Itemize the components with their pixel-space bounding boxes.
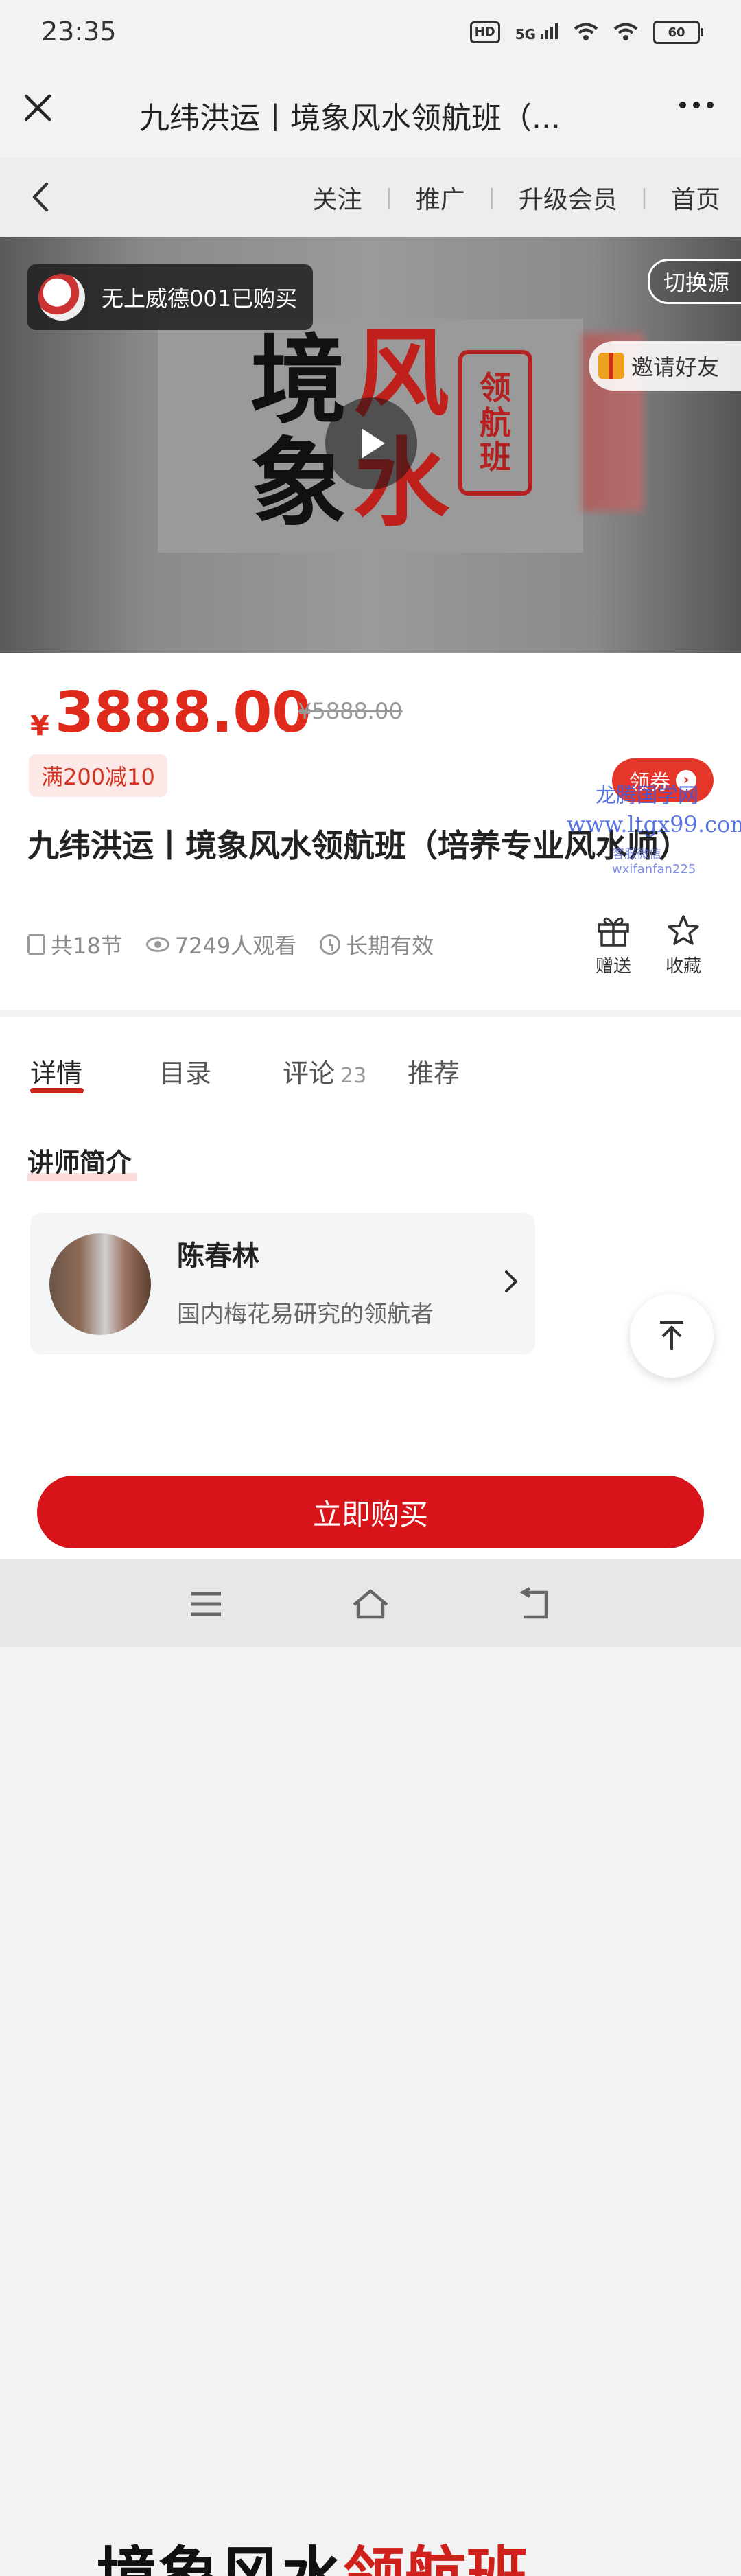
- tab-comments[interactable]: 评论 23: [283, 1052, 366, 1090]
- nav-separator: |: [488, 185, 495, 209]
- nav-promote-link[interactable]: 推广: [416, 180, 465, 216]
- poster-black-text: 境象风水: [96, 2542, 343, 2576]
- close-icon[interactable]: [21, 91, 55, 125]
- star-icon: [668, 915, 699, 945]
- play-button[interactable]: [325, 397, 417, 489]
- tab-label: 评论: [283, 1058, 336, 1089]
- promo-tag: 满200减10: [29, 754, 167, 797]
- status-time: 23:35: [41, 16, 117, 47]
- tabs: 详情 目录 评论 23 推荐: [0, 1017, 741, 1115]
- back-nav-icon[interactable]: [515, 1587, 556, 1621]
- lecturer-card[interactable]: 陈春林 国内梅花易研究的领航者: [30, 1213, 535, 1354]
- network-label: 5G: [515, 25, 537, 43]
- tab-label: 目录: [159, 1058, 212, 1089]
- watermark-url: www.ltgx99.com: [567, 811, 741, 837]
- section-title: 讲师简介: [27, 1148, 132, 1178]
- system-nav-bar: [0, 1559, 741, 1647]
- seal-char: 航: [480, 404, 511, 441]
- price-currency: ¥: [30, 710, 49, 742]
- play-icon: [362, 428, 385, 459]
- book-icon: [27, 934, 45, 955]
- sections-text: 共18节: [51, 933, 123, 959]
- gift-button[interactable]: 赠送: [586, 914, 641, 977]
- poster-red-text: 领航班: [343, 2542, 528, 2576]
- eye-icon: [145, 937, 169, 952]
- switch-source-button[interactable]: 切换源: [648, 259, 741, 304]
- tab-catalog[interactable]: 目录: [159, 1052, 211, 1090]
- tab-count: 23: [340, 1064, 367, 1088]
- buyer-avatar: [38, 274, 85, 321]
- nav-row: 关注 | 推广 | 升级会员 | 首页: [0, 158, 741, 237]
- home-icon[interactable]: [350, 1587, 391, 1621]
- nav-separator: |: [385, 185, 392, 209]
- wifi-icon-2: [613, 23, 638, 40]
- wifi-icon: [574, 23, 598, 40]
- original-price: ¥5888.00: [298, 698, 403, 724]
- lecturer-description: 国内梅花易研究的领航者: [177, 1301, 434, 1328]
- meta-row: 共18节 7249人观看 长期有效: [27, 929, 434, 960]
- validity-text: 长期有效: [346, 933, 434, 959]
- network-5g-icon: 5G: [515, 23, 558, 43]
- hd-icon: HD: [469, 21, 500, 43]
- lecturer-name: 陈春林: [177, 1240, 259, 1272]
- title-bar: 九纬洪运丨境象风水领航班（...: [0, 69, 741, 158]
- chevron-right-icon: [505, 1270, 517, 1292]
- clock-icon: [320, 934, 341, 955]
- signal-icon: [541, 23, 558, 39]
- nav-separator: |: [640, 185, 648, 209]
- video-player[interactable]: 境 象 风 水 领 航 班 无上威德001已购买 切换源 邀请好友: [0, 237, 741, 653]
- status-bar: 23:35 HD 5G 60: [0, 0, 741, 69]
- cover-seal: 领 航 班: [458, 350, 532, 496]
- lecturer-avatar: [49, 1233, 151, 1335]
- views-text: 7249人观看: [174, 933, 297, 959]
- scroll-to-top-button[interactable]: [630, 1294, 714, 1378]
- gift-icon: [598, 353, 624, 379]
- seal-char: 班: [480, 439, 511, 476]
- back-icon[interactable]: [27, 180, 55, 214]
- nav-home-link[interactable]: 首页: [671, 180, 720, 216]
- lecturer-section: 讲师简介 陈春林 国内梅花易研究的领航者 境象风水领航班: [0, 1114, 741, 2576]
- menu-icon[interactable]: [185, 1587, 226, 1621]
- favorite-label: 收藏: [665, 956, 701, 977]
- nav-follow-link[interactable]: 关注: [313, 180, 362, 216]
- price: 3888.00: [55, 680, 311, 745]
- poster-title-peek: 境象风水领航班: [96, 2542, 528, 2576]
- nav-links: 关注 | 推广 | 升级会员 | 首页: [313, 158, 720, 237]
- arrow-up-icon: [660, 1321, 683, 1350]
- validity-meta: 长期有效: [320, 929, 434, 960]
- invite-label: 邀请好友: [631, 354, 720, 380]
- favorite-button[interactable]: 收藏: [656, 914, 711, 977]
- tab-underline: [30, 1088, 84, 1093]
- sections-meta: 共18节: [27, 929, 123, 960]
- tab-details[interactable]: 详情: [30, 1052, 82, 1090]
- views-meta: 7249人观看: [145, 929, 297, 960]
- tab-recommend[interactable]: 推荐: [408, 1052, 460, 1090]
- gift-label: 赠送: [595, 956, 631, 977]
- buy-bar: 立即购买: [0, 1462, 741, 1559]
- tab-label: 推荐: [408, 1058, 460, 1089]
- cover-char-jing: 境: [250, 325, 347, 437]
- watermark-site-name: 龙腾国学网: [596, 784, 698, 808]
- status-icons: HD 5G 60: [469, 21, 703, 44]
- watermark-contact: 客服微信 wxifanfan225: [612, 847, 696, 877]
- battery-icon: 60: [653, 21, 703, 44]
- invite-friends-button[interactable]: 邀请好友: [589, 341, 741, 391]
- gift-box-icon: [598, 917, 629, 947]
- tab-label: 详情: [30, 1058, 83, 1089]
- buy-now-button[interactable]: 立即购买: [37, 1476, 704, 1548]
- nav-upgrade-link[interactable]: 升级会员: [519, 180, 618, 216]
- buyer-badge: 无上威德001已购买: [27, 264, 313, 330]
- buyer-text: 无上威德001已购买: [102, 286, 298, 312]
- more-icon[interactable]: [679, 102, 714, 108]
- page-title: 九纬洪运丨境象风水领航班（...: [139, 101, 561, 136]
- seal-char: 领: [480, 369, 511, 407]
